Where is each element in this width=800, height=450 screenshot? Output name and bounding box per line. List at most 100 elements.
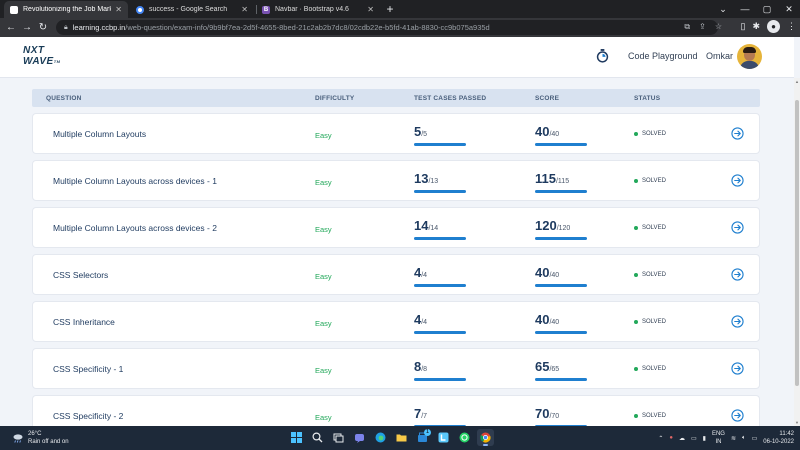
taskbar-search-icon[interactable] [309,429,326,446]
score-total: /40 [549,272,560,279]
tab-revolutionizing[interactable]: Revolutionizing the Job Market | ✕ [4,1,128,18]
google-lens-icon[interactable]: ⧉ [684,22,690,32]
question-title[interactable]: Multiple Column Layouts across devices -… [53,176,217,186]
arrow-right-circle-icon[interactable] [731,221,744,234]
close-icon[interactable]: ✕ [367,5,374,14]
file-explorer-icon[interactable] [393,429,410,446]
code-playground-link[interactable]: Code Playground [628,51,698,61]
scroll-down-arrow-icon[interactable]: ▼ [794,420,800,425]
table-row[interactable]: Multiple Column Layouts across devices -… [32,207,760,248]
table-row[interactable]: CSS Specificity - 1 Easy 8/8 65/65 SOLVE… [32,348,760,389]
scrollbar-thumb[interactable] [795,100,799,386]
test-cases-progress-bar [414,378,466,381]
show-hidden-icons-chevron-up-icon[interactable]: ⌃ [658,435,663,442]
table-row[interactable]: Multiple Column Layouts across devices -… [32,160,760,201]
column-header-difficulty: DIFFICULTY [315,95,355,102]
table-row[interactable]: CSS Selectors Easy 4/4 40/40 SOLVED [32,254,760,295]
question-title[interactable]: CSS Specificity - 2 [53,411,123,421]
score-value: 120 [535,218,557,233]
user-name[interactable]: Omkar [706,51,733,61]
reload-icon[interactable]: ↻ [36,21,50,34]
system-tray: ⌃ ● ☁ ▭ ▮ ENG IN ≋ 🔈︎ ▭ 11:42 06-10-2022 [658,429,794,447]
close-icon[interactable]: ✕ [115,5,122,14]
passed-count: 13 [414,171,429,186]
close-icon[interactable]: ✕ [241,5,248,14]
weather-widget[interactable]: 26°C Rain off and on [12,430,69,446]
battery-status-icon[interactable]: ▭ [752,435,758,442]
column-header-question: QUESTION [46,95,82,102]
arrow-right-circle-icon[interactable] [731,409,744,422]
microsoft-store-icon[interactable]: 1 [414,429,431,446]
nxtwave-logo[interactable]: NXT WAVETM [23,45,68,71]
table-row[interactable]: Multiple Column Layouts Easy 5/5 40/40 S… [32,113,760,154]
score-value: 40 [535,124,550,139]
question-title[interactable]: Multiple Column Layouts [53,129,146,139]
side-panel-icon[interactable]: ▯ [741,21,746,32]
new-tab-button[interactable]: + [384,2,396,16]
minimize-icon[interactable]: — [734,4,756,14]
language-indicator[interactable]: ENG IN [712,430,725,446]
onedrive-cloud-icon[interactable]: ☁ [679,435,685,442]
volume-icon[interactable]: 🔈︎ [742,435,746,442]
tab-title: success - Google Search [149,6,228,13]
question-title[interactable]: Multiple Column Layouts across devices -… [53,223,217,233]
score-total: /120 [556,225,571,232]
avatar-hair [743,47,756,53]
tray-app-icon[interactable]: ● [669,435,673,441]
menu-kebab-icon[interactable]: ⋮ [787,21,796,32]
battery-icon[interactable]: ▮ [703,435,706,442]
scroll-up-arrow-icon[interactable]: ▲ [794,79,800,84]
score-progress-bar [535,237,587,240]
clock[interactable]: 11:42 06-10-2022 [763,430,794,446]
maximize-icon[interactable]: ▢ [756,4,778,15]
test-cases-progress-bar [414,284,466,287]
display-icon[interactable]: ▭ [691,435,697,442]
question-title[interactable]: CSS Selectors [53,270,108,280]
avatar[interactable] [737,44,762,69]
forward-arrow-icon[interactable]: → [20,21,34,34]
question-title[interactable]: CSS Inheritance [53,317,115,327]
tab-bootstrap-navbar[interactable]: B Navbar · Bootstrap v4.6 ✕ [256,1,380,18]
score: 115/115 [535,171,587,193]
passed-total: /14 [428,225,439,232]
table-row[interactable]: CSS Inheritance Easy 4/4 40/40 SOLVED [32,301,760,342]
tab-search-icon[interactable]: ⌄ [712,4,734,15]
lock-icon: 🔒︎ [64,23,68,31]
score-value: 40 [535,265,550,280]
arrow-right-circle-icon[interactable] [731,315,744,328]
arrow-right-circle-icon[interactable] [731,268,744,281]
test-cases-passed: 4/4 [414,312,466,334]
score: 70/70 [535,406,587,428]
window-close-icon[interactable]: ✕ [778,4,800,15]
address-bar[interactable]: 🔒︎ learning.ccbp.in /web-question/exam-i… [56,20,718,35]
extensions-puzzle-icon[interactable]: ✱ [752,21,760,32]
chrome-browser-icon[interactable] [477,429,494,446]
question-title[interactable]: CSS Specificity - 1 [53,364,123,374]
bookmark-star-icon[interactable]: ☆ [715,22,722,32]
back-arrow-icon[interactable]: ← [4,21,18,34]
profile-icon[interactable]: ● [767,20,780,33]
difficulty-badge: Easy [315,319,332,328]
passed-total: /4 [421,272,428,279]
score-value: 40 [535,312,550,327]
teams-chat-icon[interactable] [351,429,368,446]
test-cases-passed: 7/7 [414,406,466,428]
windows-start-icon[interactable] [288,429,305,446]
wifi-icon[interactable]: ≋ [731,435,736,442]
app-header: NXT WAVETM Code Playground Omkar [0,37,794,78]
learning-app-icon[interactable] [435,429,452,446]
task-view-icon[interactable] [330,429,347,446]
temperature: 26°C [28,431,42,437]
table-row[interactable]: CSS Specificity - 2 Easy 7/7 70/70 SOLVE… [32,395,760,428]
share-icon[interactable]: ⇪ [699,22,706,32]
tab-google-search[interactable]: success - Google Search ✕ [130,1,254,18]
page-scrollbar[interactable]: ▲ ▼ [794,78,800,426]
whatsapp-icon[interactable] [456,429,473,446]
arrow-right-circle-icon[interactable] [731,362,744,375]
nxtwave-favicon-icon [10,5,18,14]
stopwatch-icon[interactable] [596,49,609,63]
test-cases-passed: 5/5 [414,124,466,146]
arrow-right-circle-icon[interactable] [731,127,744,140]
edge-browser-icon[interactable] [372,429,389,446]
arrow-right-circle-icon[interactable] [731,174,744,187]
